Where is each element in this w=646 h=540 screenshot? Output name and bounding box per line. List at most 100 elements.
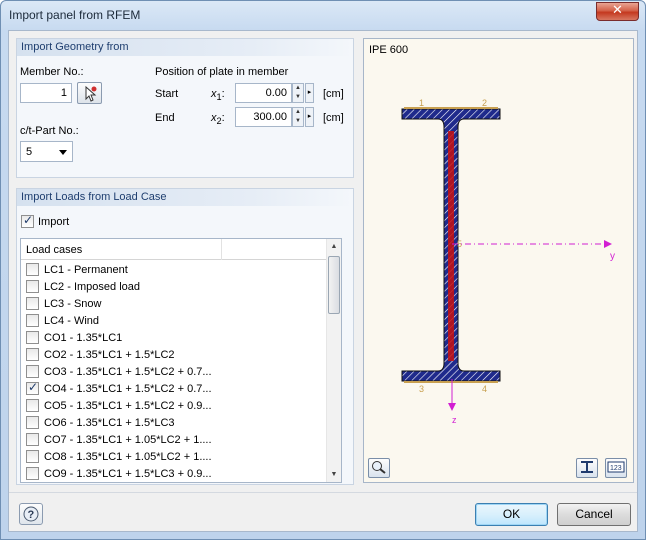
axis-y-label: y <box>610 251 615 262</box>
load-case-label: CO6 - 1.35*LC1 + 1.5*LC3 <box>44 417 175 429</box>
load-case-checkbox[interactable] <box>26 416 39 429</box>
start-spinner[interactable]: ▲ ▼ <box>292 83 304 103</box>
dialog-window: Import panel from RFEM ✕ Import Geometry… <box>0 0 646 540</box>
list-item[interactable]: CO2 - 1.35*LC1 + 1.5*LC2 <box>21 346 331 363</box>
point-label-1: 1 <box>419 98 424 108</box>
scroll-thumb[interactable] <box>328 256 340 314</box>
zoom-icon <box>372 461 386 474</box>
pick-member-button[interactable] <box>77 82 102 104</box>
point-label-3: 3 <box>419 384 424 394</box>
list-item[interactable]: CO5 - 1.35*LC1 + 1.5*LC2 + 0.9... <box>21 397 331 414</box>
geometry-group: Import Geometry from Member No.: 1 c/t-P… <box>16 38 354 178</box>
load-case-label: CO1 - 1.35*LC1 <box>44 332 123 344</box>
point-label-2: 2 <box>482 98 487 108</box>
start-sub: 1 <box>216 92 222 103</box>
chevron-down-icon <box>59 150 67 155</box>
help-button[interactable]: ? <box>19 503 43 525</box>
load-case-checkbox[interactable] <box>26 399 39 412</box>
list-item[interactable]: CO4 - 1.35*LC1 + 1.5*LC2 + 0.7... <box>21 380 331 397</box>
load-case-label: CO9 - 1.35*LC1 + 1.5*LC3 + 0.9... <box>44 468 212 480</box>
list-item[interactable]: LC4 - Wind <box>21 312 331 329</box>
load-case-checkbox[interactable] <box>26 331 39 344</box>
load-case-label: CO7 - 1.35*LC1 + 1.05*LC2 + 1.... <box>44 434 212 446</box>
list-item[interactable]: LC2 - Imposed load <box>21 278 331 295</box>
load-case-checkbox[interactable] <box>26 467 39 480</box>
load-case-checkbox[interactable] <box>26 263 39 276</box>
list-item[interactable]: LC3 - Snow <box>21 295 331 312</box>
list-item[interactable]: CO8 - 1.35*LC1 + 1.05*LC2 + 1.... <box>21 448 331 465</box>
list-header: Load cases <box>21 239 331 260</box>
load-case-checkbox[interactable] <box>26 380 39 395</box>
axis-z <box>448 379 456 411</box>
ct-part-select[interactable]: 5 <box>20 141 73 162</box>
member-input[interactable]: 1 <box>20 83 72 103</box>
footer-divider <box>9 492 637 493</box>
end-spinner[interactable]: ▲ ▼ <box>292 107 304 127</box>
list-item[interactable]: CO3 - 1.35*LC1 + 1.5*LC2 + 0.7... <box>21 363 331 380</box>
geometry-group-title: Import Geometry from <box>17 39 353 56</box>
section-preview: IPE 600 1 2 3 4 5 y z 123 <box>363 38 634 483</box>
axis-z-label: z <box>452 415 457 425</box>
load-case-checkbox[interactable] <box>26 297 39 310</box>
load-case-label: CO8 - 1.35*LC1 + 1.05*LC2 + 1.... <box>44 451 212 463</box>
list-item[interactable]: CO1 - 1.35*LC1 <box>21 329 331 346</box>
start-unit: [cm] <box>323 88 344 100</box>
position-label: Position of plate in member <box>155 66 289 78</box>
load-case-label: CO5 - 1.35*LC1 + 1.5*LC2 + 0.9... <box>44 400 212 412</box>
pick-member-icon <box>85 85 97 102</box>
ct-part-value: 5 <box>26 146 33 158</box>
load-case-checkbox[interactable] <box>26 450 39 463</box>
scroll-up-icon[interactable]: ▲ <box>327 239 341 254</box>
svg-text:?: ? <box>28 509 35 521</box>
list-scrollbar[interactable]: ▲ ▼ <box>326 239 341 482</box>
load-cases-list[interactable]: Load cases LC1 - Permanent LC2 - Imposed … <box>20 238 342 483</box>
end-arrow-button[interactable]: ▸ <box>305 107 314 127</box>
dialog-client: Import Geometry from Member No.: 1 c/t-P… <box>8 30 638 532</box>
load-cases-column-header[interactable]: Load cases <box>26 244 82 256</box>
start-variable: x1: <box>211 88 225 103</box>
load-case-label: CO2 - 1.35*LC1 + 1.5*LC2 <box>44 349 175 361</box>
load-case-label: LC2 - Imposed load <box>44 281 140 293</box>
load-case-label: LC3 - Snow <box>44 298 102 310</box>
load-case-checkbox[interactable] <box>26 280 39 293</box>
end-sub: 2 <box>216 116 222 127</box>
list-item[interactable]: CO9 - 1.35*LC1 + 1.5*LC3 + 0.9... <box>21 465 331 482</box>
start-arrow-button[interactable]: ▸ <box>305 83 314 103</box>
list-item[interactable]: CO7 - 1.35*LC1 + 1.05*LC2 + 1.... <box>21 431 331 448</box>
svg-text:123: 123 <box>610 465 622 472</box>
numbering-button[interactable]: 123 <box>605 458 627 478</box>
title-bar: Import panel from RFEM ✕ <box>1 1 645 29</box>
load-case-checkbox[interactable] <box>26 314 39 327</box>
ct-part-label: c/t-Part No.: <box>20 125 79 137</box>
load-case-label: LC4 - Wind <box>44 315 100 327</box>
end-unit: [cm] <box>323 112 344 124</box>
zoom-button[interactable] <box>368 458 390 478</box>
axis-y <box>452 240 612 248</box>
end-variable: x2: <box>211 112 225 127</box>
member-label: Member No.: <box>20 66 84 78</box>
loads-group-title: Import Loads from Load Case <box>17 189 353 206</box>
import-label: Import <box>38 216 70 228</box>
end-input[interactable]: 300.00 <box>235 107 292 127</box>
close-button[interactable]: ✕ <box>596 2 639 21</box>
end-label: End <box>155 112 175 124</box>
load-case-checkbox[interactable] <box>26 365 39 378</box>
column-separator <box>221 239 222 260</box>
section-view-button[interactable] <box>576 458 598 478</box>
cancel-button[interactable]: Cancel <box>557 503 631 526</box>
load-case-rows: LC1 - Permanent LC2 - Imposed load LC3 - S… <box>21 261 331 482</box>
start-label: Start <box>155 88 179 100</box>
import-checkbox[interactable] <box>21 213 34 228</box>
ok-button[interactable]: OK <box>475 503 548 526</box>
load-case-label: LC1 - Permanent <box>44 264 128 276</box>
list-item[interactable]: LC1 - Permanent <box>21 261 331 278</box>
point-label-4: 4 <box>482 384 487 394</box>
start-input[interactable]: 0.00 <box>235 83 292 103</box>
load-case-checkbox[interactable] <box>26 348 39 361</box>
list-item[interactable]: CO6 - 1.35*LC1 + 1.5*LC3 <box>21 414 331 431</box>
scroll-down-icon[interactable]: ▼ <box>327 467 341 482</box>
load-case-label: CO4 - 1.35*LC1 + 1.5*LC2 + 0.7... <box>44 383 212 395</box>
numbering-icon: 123 <box>607 461 625 473</box>
load-case-checkbox[interactable] <box>26 433 39 446</box>
window-title: Import panel from RFEM <box>9 8 141 22</box>
